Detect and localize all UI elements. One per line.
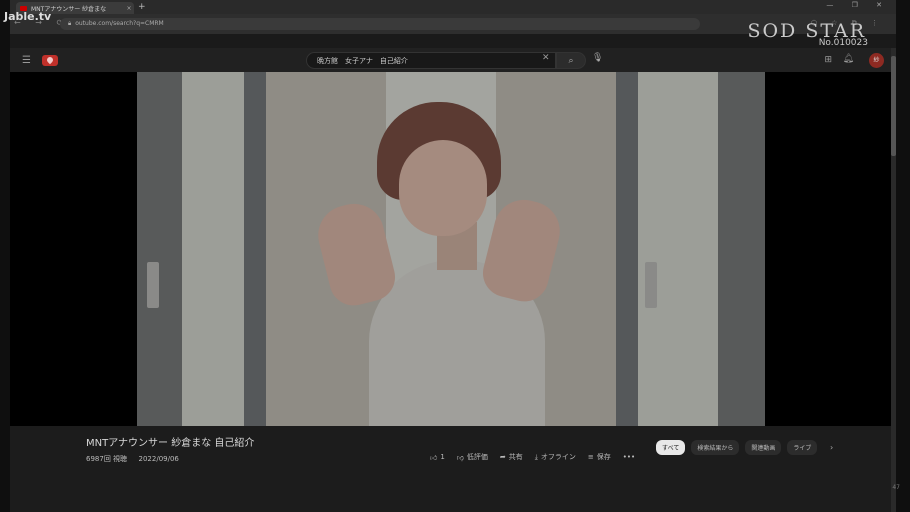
video-frame[interactable] <box>137 72 765 426</box>
mic-icon[interactable]: 🎙︎ <box>592 53 603 63</box>
filter-chips: すべて 検索結果から 関連動画 ライブ <box>656 440 818 455</box>
door-frame-left <box>137 72 182 426</box>
thumbs-up-icon: 👍︎ <box>430 453 438 462</box>
door-handle <box>147 262 159 308</box>
youtube-header: ☰ 晩方館 女子アナ 自己紹介 ✕ ⌕ 🎙︎ ⊞ 🔔︎ 紗 <box>10 48 896 74</box>
url-input[interactable]: 🔒︎ outube.com/search?q=CMRM <box>60 18 700 30</box>
scrollbar-thumb[interactable] <box>891 56 896 156</box>
door-frame-right <box>718 72 765 426</box>
create-video-icon[interactable]: ⊞ <box>824 55 832 65</box>
presenter-face <box>399 140 487 236</box>
youtube-logo-icon[interactable] <box>42 55 58 66</box>
tab-bar: MNTアナウンサー 紗倉まな × + — ❐ ✕ <box>10 0 896 14</box>
share-button[interactable]: ➦ 共有 <box>500 452 523 462</box>
corner-counter: 47 <box>892 484 900 491</box>
window-glass <box>638 72 718 426</box>
site-watermark: Jable.tv <box>4 10 52 23</box>
video-actions: 👍︎ 1 👎︎ 低評価 ➦ 共有 ⤓ オフライン ≡ 保存 ••• <box>430 452 635 462</box>
offline-button[interactable]: ⤓ オフライン <box>535 452 576 462</box>
door-handle <box>645 262 657 308</box>
search-input[interactable]: 晩方館 女子アナ 自己紹介 <box>306 52 556 69</box>
new-tab-button[interactable]: + <box>138 2 146 12</box>
chip-all[interactable]: すべて <box>656 440 686 455</box>
video-title: MNTアナウンサー 紗倉まな 自己紹介 <box>86 438 255 449</box>
video-code: No.010023 <box>818 38 868 48</box>
window-glass <box>182 72 244 426</box>
browser-window: MNTアナウンサー 紗倉まな × + — ❐ ✕ ← → ⟳ 🔒︎ outube.… <box>10 0 896 512</box>
thumbs-down-icon: 👎︎ <box>456 453 464 462</box>
window-post <box>244 72 266 426</box>
window-post <box>616 72 638 426</box>
lock-icon: 🔒︎ <box>68 20 72 27</box>
url-text: outube.com/search?q=CMRM <box>75 20 164 27</box>
view-count: 6987回 視聴 <box>86 455 128 463</box>
chip-live[interactable]: ライブ <box>787 440 818 455</box>
like-button[interactable]: 👍︎ 1 <box>430 452 445 462</box>
playlist-add-icon: ≡ <box>587 453 594 461</box>
dislike-button[interactable]: 👎︎ 低評価 <box>457 452 488 462</box>
account-avatar[interactable]: 紗 <box>869 53 884 68</box>
page-scrollbar[interactable] <box>891 48 896 512</box>
upload-date: 2022/09/06 <box>138 455 179 463</box>
video-info-panel: MNTアナウンサー 紗倉まな 自己紹介 6987回 視聴 2022/09/06 … <box>10 426 896 512</box>
save-button[interactable]: ≡ 保存 <box>588 452 611 462</box>
clear-search-icon[interactable]: ✕ <box>542 53 550 63</box>
more-actions-button[interactable]: ••• <box>623 452 635 462</box>
chevron-right-icon[interactable]: › <box>830 443 833 452</box>
chip-from-search[interactable]: 検索結果から <box>691 440 740 455</box>
hamburger-menu-icon[interactable]: ☰ <box>22 55 31 66</box>
search-button[interactable]: ⌕ <box>556 52 586 69</box>
chip-related[interactable]: 関連動画 <box>745 440 782 455</box>
video-player[interactable] <box>10 72 892 426</box>
notifications-bell-icon[interactable]: 🔔︎ <box>843 54 854 64</box>
share-icon: ➦ <box>499 453 506 461</box>
window-controls[interactable]: — ❐ ✕ <box>826 1 890 9</box>
video-meta: 6987回 視聴 2022/09/06 <box>86 454 179 464</box>
download-icon: ⤓ <box>534 452 538 461</box>
close-tab-icon[interactable]: × <box>124 5 134 12</box>
